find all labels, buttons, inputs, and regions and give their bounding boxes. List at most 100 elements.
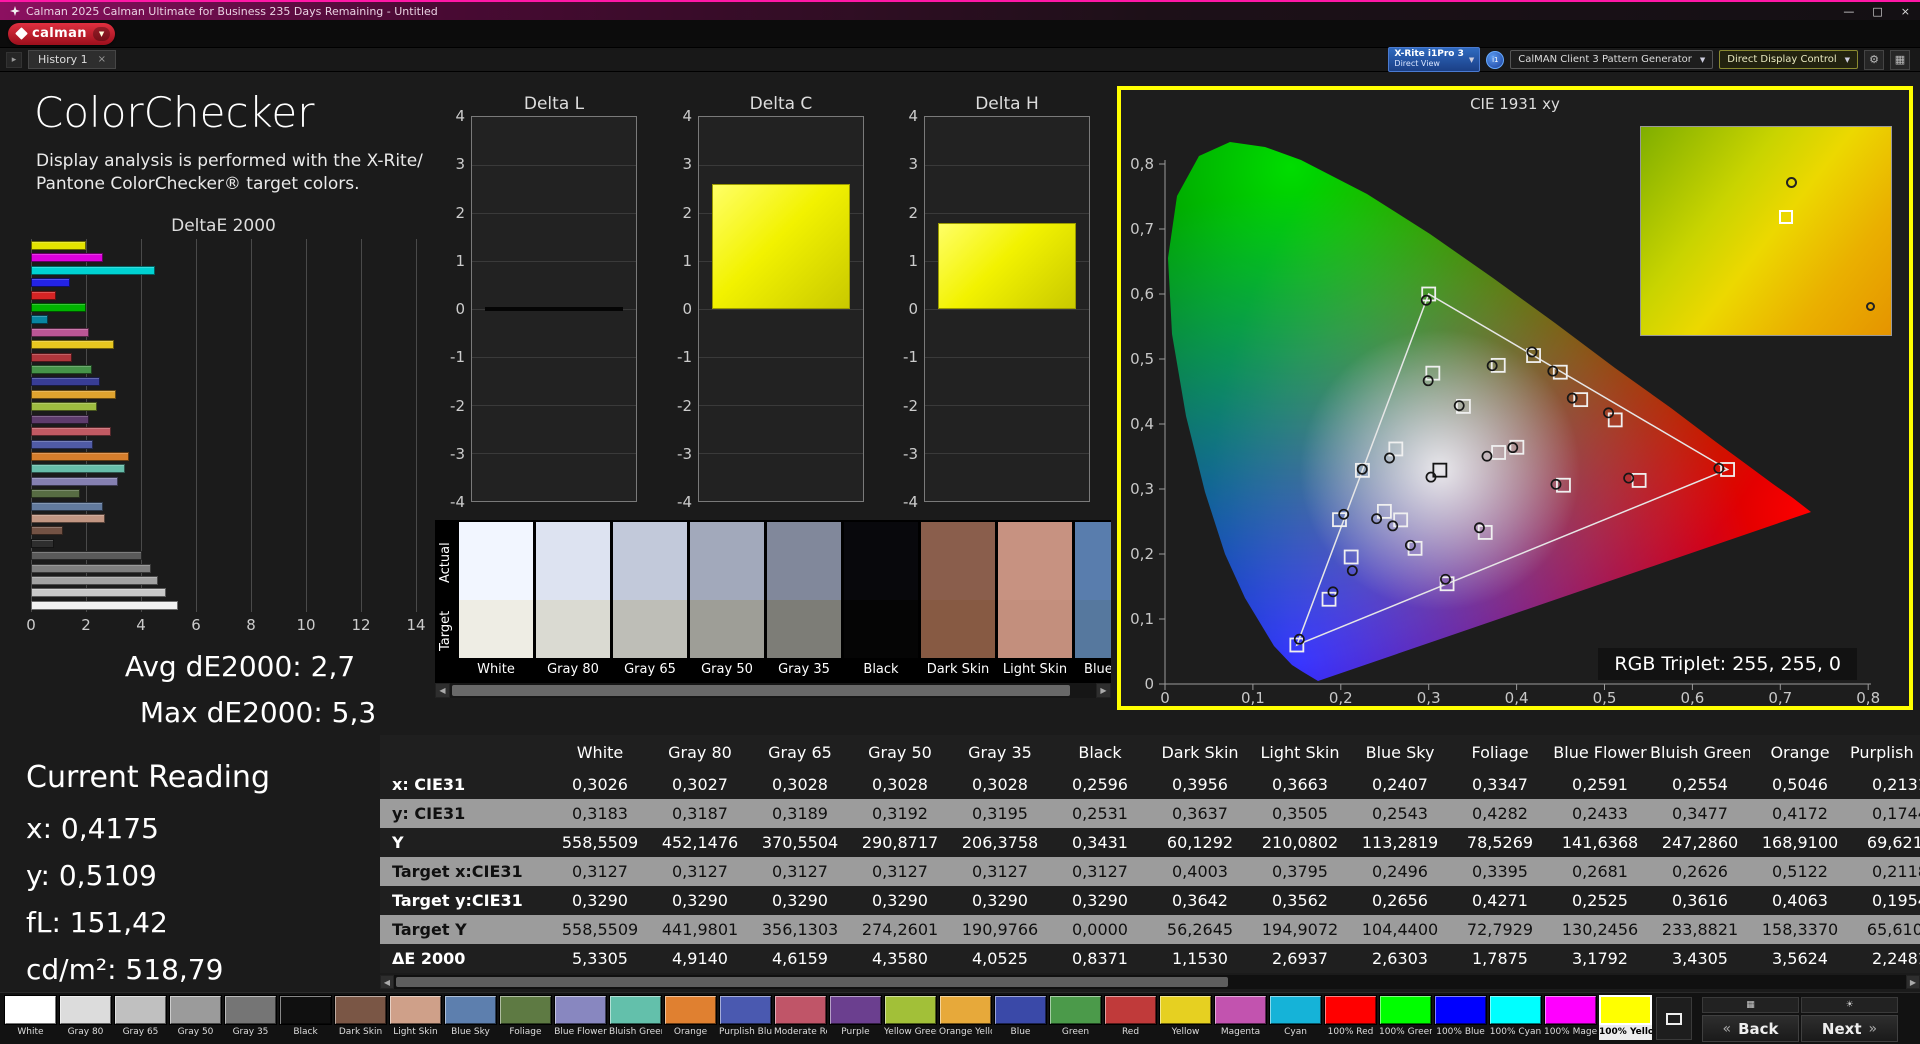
palette-label: 100% Green bbox=[1379, 1027, 1432, 1037]
layout-grid-button[interactable]: ▦ bbox=[1890, 49, 1910, 70]
table-cell: 370,5504 bbox=[761, 833, 839, 852]
palette-item-foliage[interactable]: Foliage bbox=[499, 995, 552, 1042]
minimize-button[interactable]: — bbox=[1843, 5, 1854, 18]
table-cell: 0,3027 bbox=[672, 775, 728, 794]
swatch-scroll-track[interactable] bbox=[450, 683, 1096, 698]
deltae-axis-tick-label: 0 bbox=[26, 616, 36, 634]
palette-label: Bluish Green bbox=[609, 1027, 662, 1037]
layout-icon-button[interactable]: ▦ bbox=[1702, 997, 1799, 1013]
tab-history-1[interactable]: History 1 × bbox=[28, 50, 117, 69]
palette-item-100-green[interactable]: 100% Green bbox=[1379, 995, 1432, 1042]
swatch-scroll-left-icon[interactable]: ◀ bbox=[435, 683, 450, 698]
palette-swatch bbox=[1214, 995, 1267, 1025]
cie-x-tick-label: 0,7 bbox=[1768, 689, 1792, 706]
maximize-button[interactable]: □ bbox=[1872, 5, 1882, 18]
tab-close-icon[interactable]: × bbox=[98, 54, 106, 65]
palette-item-moderate-red[interactable]: Moderate Red bbox=[774, 995, 827, 1042]
pattern-source-caret-icon: ▼ bbox=[1699, 55, 1706, 64]
calman-menu-button[interactable]: calman ▼ bbox=[8, 22, 116, 45]
palette-item-white[interactable]: White bbox=[4, 995, 57, 1042]
palette-item-purplish-blue[interactable]: Purplish Blue bbox=[719, 995, 772, 1042]
palette-item-100-magenta[interactable]: 100% Magenta bbox=[1544, 995, 1597, 1042]
cie-y-tick-label: 0 bbox=[1144, 675, 1154, 693]
deltae-bar-100-yellow bbox=[31, 241, 86, 250]
palette-item-bluish-green[interactable]: Bluish Green bbox=[609, 995, 662, 1042]
palette-swatch bbox=[1434, 995, 1487, 1025]
palette-item-100-cyan[interactable]: 100% Cyan bbox=[1489, 995, 1542, 1042]
calman-logo-text: calman bbox=[32, 26, 87, 41]
palette-item-100-yellow[interactable]: 100% Yellow bbox=[1599, 995, 1652, 1042]
back-button[interactable]: « Back bbox=[1702, 1015, 1799, 1042]
delta-gridline bbox=[472, 213, 636, 214]
delta-ytick-label: 1 bbox=[908, 251, 918, 270]
table-scroll-left-icon[interactable]: ◀ bbox=[380, 975, 394, 989]
palette-item-orange-yellow[interactable]: Orange Yellow bbox=[939, 995, 992, 1042]
swatch-column-blue-sky: Blue Sky bbox=[1075, 522, 1111, 682]
meter-dropdown[interactable]: X-Rite i1Pro 3 Direct View ▼ bbox=[1388, 47, 1481, 72]
palette-label: Black bbox=[293, 1027, 318, 1037]
palette-item-gray-65[interactable]: Gray 65 bbox=[114, 995, 167, 1042]
display-control-label: Direct Display Control bbox=[1727, 54, 1837, 65]
table-cell: 0,1954 bbox=[1872, 891, 1920, 910]
table-row-label: Y bbox=[392, 833, 404, 852]
deltae-bar-cyan bbox=[31, 315, 48, 325]
settings-gear-button[interactable]: ⚙ bbox=[1864, 49, 1884, 70]
palette-item-blue-flower[interactable]: Blue Flower bbox=[554, 995, 607, 1042]
palette-item-gray-50[interactable]: Gray 50 bbox=[169, 995, 222, 1042]
palette-item-blue[interactable]: Blue bbox=[994, 995, 1047, 1042]
palette-item-yellow[interactable]: Yellow bbox=[1159, 995, 1212, 1042]
palette-item-light-skin[interactable]: Light Skin bbox=[389, 995, 442, 1042]
palette-item-purple[interactable]: Purple bbox=[829, 995, 882, 1042]
pattern-window-icon bbox=[1666, 1012, 1682, 1025]
menu-bar: calman ▼ bbox=[0, 20, 1920, 48]
table-scroll-thumb[interactable] bbox=[396, 977, 1228, 987]
swatch-actual bbox=[1075, 522, 1111, 600]
palette-swatch bbox=[169, 995, 222, 1025]
palette-item-red[interactable]: Red bbox=[1104, 995, 1157, 1042]
palette-item-orange[interactable]: Orange bbox=[664, 995, 717, 1042]
palette-swatch bbox=[1269, 995, 1322, 1025]
palette-item-blue-sky[interactable]: Blue Sky bbox=[444, 995, 497, 1042]
current-reading-y: y: 0,5109 bbox=[26, 859, 157, 892]
deltae-bar-gray-35 bbox=[31, 551, 143, 561]
palette-swatch bbox=[4, 995, 57, 1025]
pattern-window-button[interactable] bbox=[1656, 997, 1692, 1040]
palette-swatch bbox=[1489, 995, 1542, 1025]
meter-status-icon[interactable]: i1 bbox=[1486, 50, 1505, 69]
next-button[interactable]: Next » bbox=[1801, 1015, 1898, 1042]
palette-item-gray-35[interactable]: Gray 35 bbox=[224, 995, 277, 1042]
table-cell: 0,3290 bbox=[872, 891, 928, 910]
window-title: Calman 2025 Calman Ultimate for Business… bbox=[26, 4, 438, 18]
palette-item-black[interactable]: Black bbox=[279, 995, 332, 1042]
palette-item-green[interactable]: Green bbox=[1049, 995, 1102, 1042]
description-line-2: Pantone ColorChecker® target colors. bbox=[36, 173, 360, 194]
palette-item-cyan[interactable]: Cyan bbox=[1269, 995, 1322, 1042]
cie-y-tick-label: 0,2 bbox=[1130, 545, 1154, 563]
calman-diamond-icon bbox=[10, 6, 20, 16]
palette-item-yellow-green[interactable]: Yellow Green bbox=[884, 995, 937, 1042]
table-cell: 0,3347 bbox=[1472, 775, 1528, 794]
table-cell: 233,8821 bbox=[1661, 920, 1739, 939]
table-scroll-right-icon[interactable]: ▶ bbox=[1906, 975, 1920, 989]
display-control-dropdown[interactable]: Direct Display Control ▼ bbox=[1719, 50, 1858, 69]
table-cell: 2,6303 bbox=[1372, 949, 1428, 968]
swatch-scroll-thumb[interactable] bbox=[452, 685, 1070, 696]
meter-mode: Direct View bbox=[1394, 59, 1440, 69]
palette-item-gray-80[interactable]: Gray 80 bbox=[59, 995, 112, 1042]
palette-item-100-red[interactable]: 100% Red bbox=[1324, 995, 1377, 1042]
close-button[interactable]: × bbox=[1901, 5, 1910, 18]
swatch-actual bbox=[767, 522, 841, 600]
table-scroll-track[interactable] bbox=[394, 975, 1906, 989]
tab-scroll-button[interactable]: ▸ bbox=[6, 51, 22, 68]
swatch-scroll-right-icon[interactable]: ▶ bbox=[1096, 683, 1111, 698]
calman-logo-icon bbox=[15, 27, 28, 40]
brightness-icon-button[interactable]: ☀ bbox=[1801, 997, 1898, 1013]
delta-gridline bbox=[925, 405, 1089, 406]
pattern-source-dropdown[interactable]: CalMAN Client 3 Pattern Generator ▼ bbox=[1510, 50, 1714, 69]
palette-item-dark-skin[interactable]: Dark Skin bbox=[334, 995, 387, 1042]
palette-item-100-blue[interactable]: 100% Blue bbox=[1434, 995, 1487, 1042]
back-label: Back bbox=[1738, 1019, 1779, 1038]
table-cell: 0,5122 bbox=[1772, 862, 1828, 881]
swatch-target bbox=[459, 600, 533, 658]
palette-item-magenta[interactable]: Magenta bbox=[1214, 995, 1267, 1042]
